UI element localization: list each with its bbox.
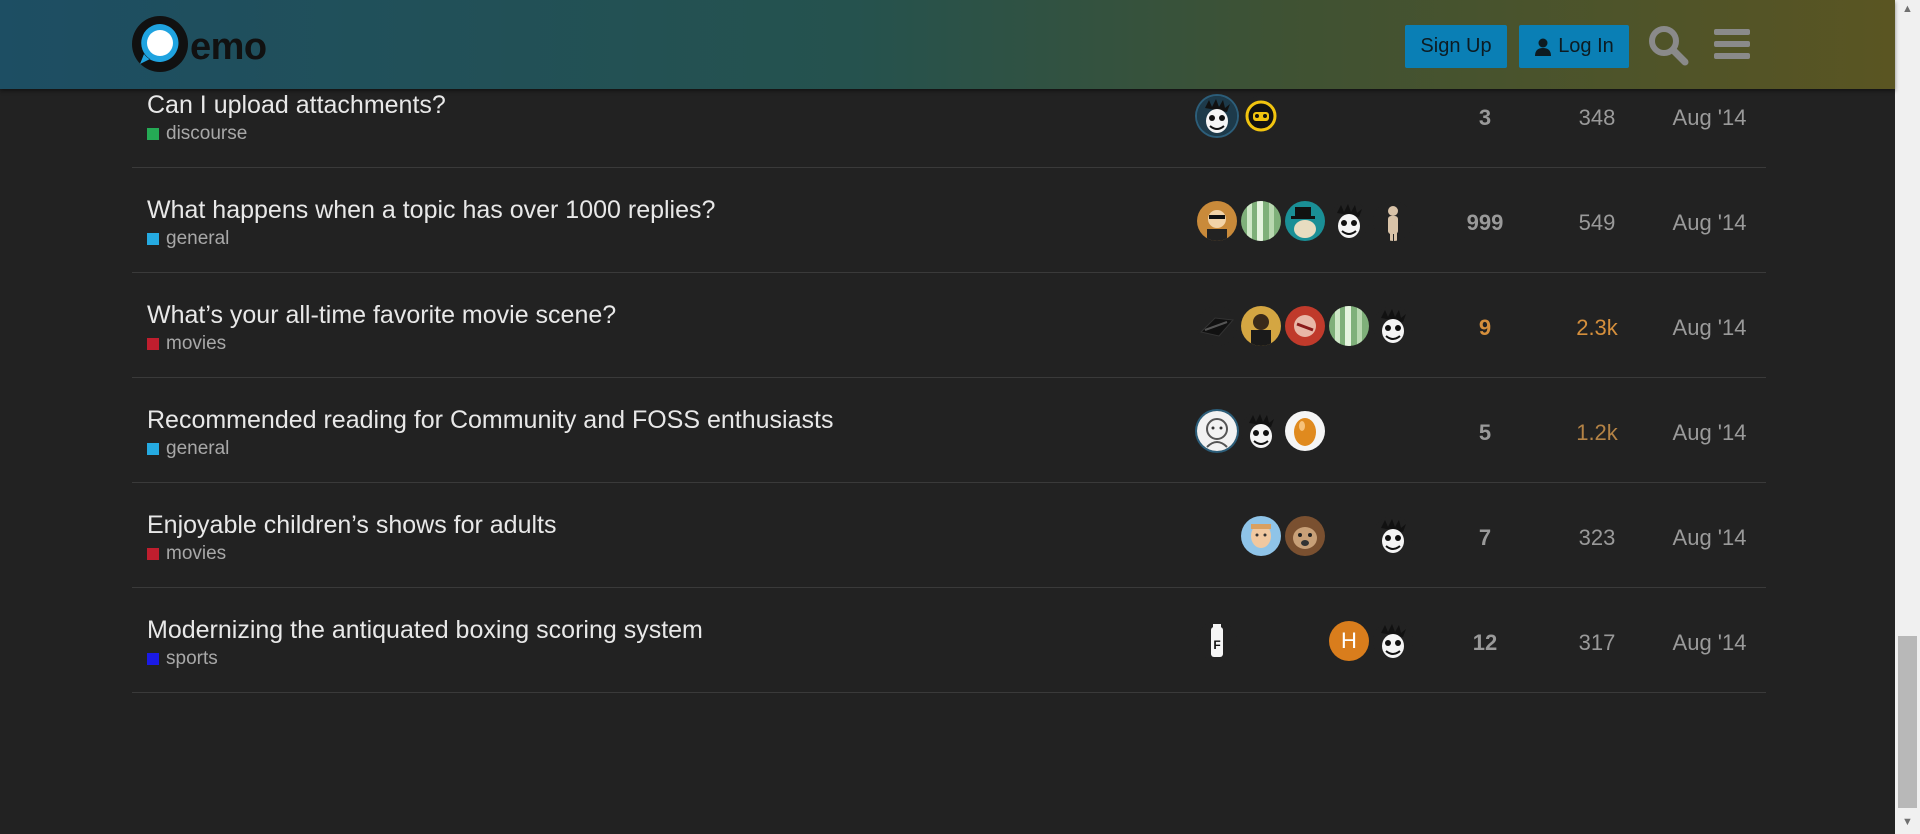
topic-title-link[interactable]: Can I upload attachments? — [147, 91, 446, 120]
category-color-swatch — [147, 128, 159, 140]
user-avatar[interactable] — [1197, 411, 1237, 451]
user-avatar[interactable] — [1241, 96, 1281, 136]
topic-row: What’s your all-time favorite movie scen… — [132, 273, 1766, 378]
activity-date[interactable]: Aug '14 — [1662, 315, 1757, 341]
views-count: 323 — [1578, 525, 1616, 550]
scroll-down-arrow-icon[interactable]: ▼ — [1900, 815, 1915, 830]
category-color-swatch — [147, 233, 159, 245]
category-badge[interactable]: sports — [147, 648, 218, 670]
svg-text:F: F — [1213, 638, 1220, 652]
activity-date[interactable]: Aug '14 — [1662, 525, 1757, 551]
sign-up-button[interactable]: Sign Up — [1405, 25, 1507, 68]
activity-date[interactable]: Aug '14 — [1662, 210, 1757, 236]
replies-count: 7 — [1478, 525, 1492, 550]
replies-count: 999 — [1466, 210, 1504, 235]
category-name: movies — [166, 543, 227, 564]
site-header: emo Sign Up Log In — [0, 0, 1895, 89]
search-icon[interactable] — [1647, 24, 1689, 71]
user-avatar[interactable] — [1197, 96, 1237, 136]
log-in-label: Log In — [1558, 35, 1614, 57]
activity-date[interactable]: Aug '14 — [1662, 420, 1757, 446]
user-avatar[interactable] — [1373, 621, 1413, 661]
hamburger-menu-icon[interactable] — [1712, 24, 1752, 69]
user-avatar[interactable] — [1285, 411, 1325, 451]
topic-title-link[interactable]: Enjoyable children’s shows for adults — [147, 511, 557, 540]
sign-up-label: Sign Up — [1420, 35, 1492, 57]
topic-row: Enjoyable children’s shows for adults mo… — [132, 483, 1766, 588]
user-avatar[interactable] — [1241, 516, 1281, 556]
category-name: discourse — [166, 123, 248, 144]
activity-date[interactable]: Aug '14 — [1662, 105, 1757, 131]
views-count: 317 — [1578, 630, 1616, 655]
user-avatar[interactable] — [1373, 306, 1413, 346]
topic-title-link[interactable]: Modernizing the antiquated boxing scorin… — [147, 616, 703, 645]
replies-count: 12 — [1472, 630, 1498, 655]
user-avatar[interactable] — [1241, 411, 1281, 451]
activity-date[interactable]: Aug '14 — [1662, 630, 1757, 656]
topic-row: Modernizing the antiquated boxing scorin… — [132, 588, 1766, 693]
replies-count: 3 — [1478, 105, 1492, 130]
category-color-swatch — [147, 443, 159, 455]
category-badge[interactable]: general — [147, 228, 229, 250]
category-color-swatch — [147, 548, 159, 560]
scroll-up-arrow-icon[interactable]: ▲ — [1900, 2, 1915, 17]
category-color-swatch — [147, 653, 159, 665]
user-avatar[interactable] — [1197, 306, 1237, 346]
logo-text: emo — [190, 26, 267, 68]
user-avatar[interactable] — [1197, 201, 1237, 241]
replies-count: 9 — [1478, 315, 1492, 340]
category-badge[interactable]: movies — [147, 543, 226, 565]
user-avatar[interactable] — [1285, 516, 1325, 556]
user-avatar[interactable] — [1329, 306, 1369, 346]
category-name: movies — [166, 333, 227, 354]
category-name: general — [166, 228, 230, 249]
topic-title-link[interactable]: What happens when a topic has over 1000 … — [147, 196, 715, 225]
user-avatar[interactable]: F — [1197, 621, 1237, 661]
topic-row: What happens when a topic has over 1000 … — [132, 168, 1766, 273]
user-avatar[interactable] — [1373, 516, 1413, 556]
replies-count: 5 — [1478, 420, 1492, 445]
user-avatar[interactable] — [1285, 201, 1325, 241]
topic-list: Can I upload attachments? discourse 3 34… — [132, 63, 1766, 693]
demo-logo-icon — [132, 16, 188, 72]
user-icon — [1535, 38, 1552, 56]
views-count: 549 — [1578, 210, 1616, 235]
category-badge[interactable]: general — [147, 438, 229, 460]
views-count: 2.3k — [1576, 315, 1618, 340]
topic-title-link[interactable]: Recommended reading for Community and FO… — [147, 406, 833, 435]
topic-title-link[interactable]: What’s your all-time favorite movie scen… — [147, 301, 616, 330]
scrollbar-thumb[interactable] — [1898, 636, 1917, 808]
category-name: general — [166, 438, 230, 459]
user-avatar[interactable] — [1241, 201, 1281, 241]
user-avatar[interactable] — [1241, 306, 1281, 346]
views-count: 1.2k — [1576, 420, 1618, 445]
log-in-button[interactable]: Log In — [1519, 25, 1629, 68]
category-badge[interactable]: discourse — [147, 123, 247, 145]
topic-row: Recommended reading for Community and FO… — [132, 378, 1766, 483]
user-avatar-letter[interactable]: H — [1329, 621, 1369, 661]
category-badge[interactable]: movies — [147, 333, 226, 355]
user-avatar[interactable] — [1373, 201, 1413, 241]
site-logo[interactable]: emo — [130, 14, 280, 74]
category-color-swatch — [147, 338, 159, 350]
category-name: sports — [166, 648, 218, 669]
user-avatar[interactable] — [1329, 201, 1369, 241]
user-avatar[interactable] — [1285, 306, 1325, 346]
views-count: 348 — [1578, 105, 1616, 130]
